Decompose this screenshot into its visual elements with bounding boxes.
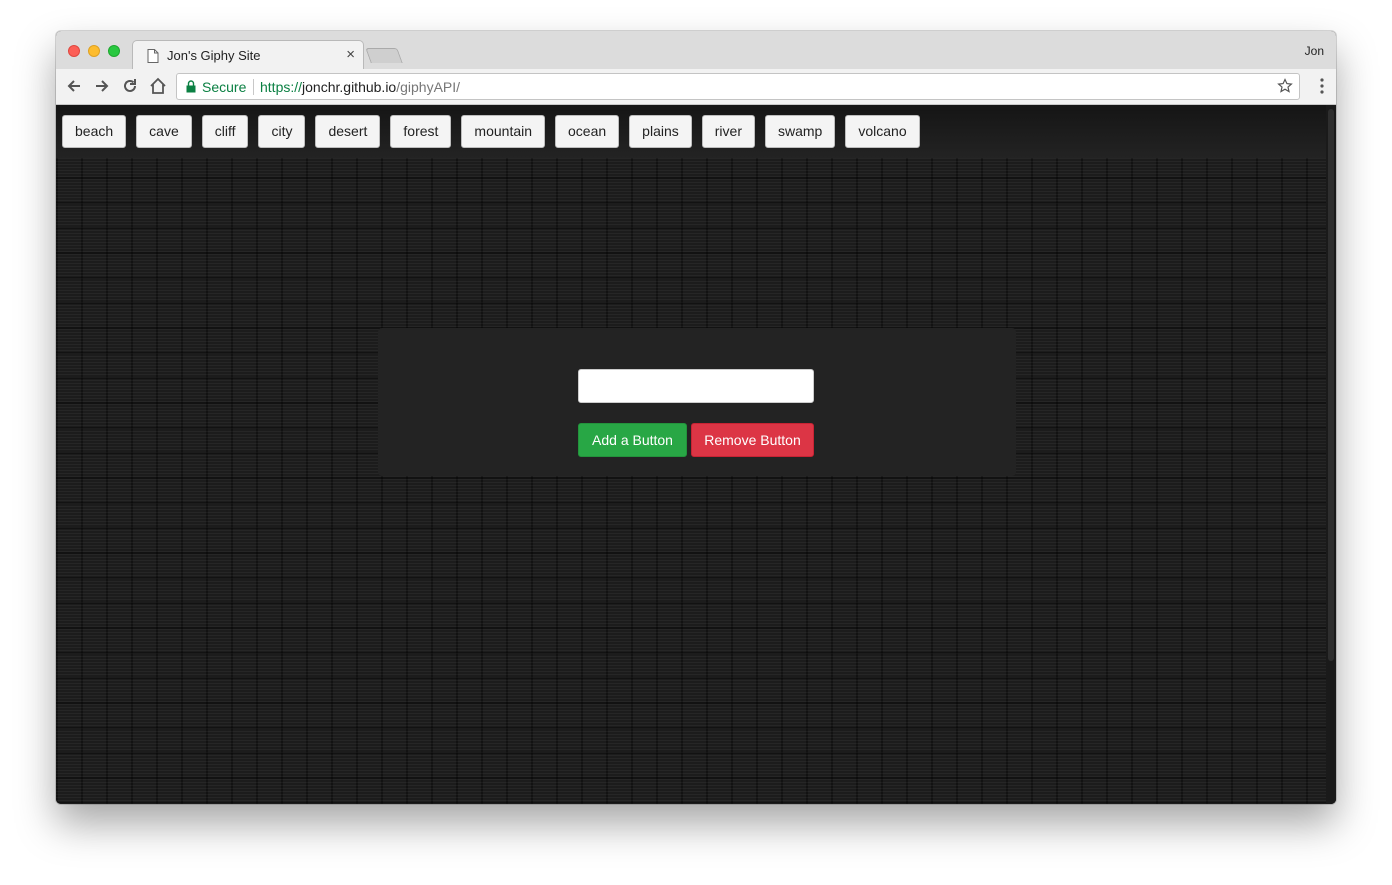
secure-label: Secure (202, 79, 247, 95)
topic-button-river[interactable]: river (701, 115, 755, 148)
lock-icon (186, 80, 196, 93)
tab-title: Jon's Giphy Site (167, 48, 261, 63)
topic-button-desert[interactable]: desert (315, 115, 381, 148)
topic-input[interactable] (578, 369, 814, 403)
new-tab-button[interactable] (365, 48, 403, 63)
document-icon (147, 49, 159, 63)
page-content: beach cave cliff city desert forest mountain oc… (56, 105, 1336, 804)
browser-toolbar: Secure https://jonchr.github.io/giphyAPI… (56, 69, 1336, 105)
reload-icon[interactable] (121, 77, 139, 95)
scrollbar-thumb[interactable] (1328, 109, 1334, 661)
topic-button-row: beach cave cliff city desert forest mountain oc… (62, 115, 930, 148)
profile-name[interactable]: Jon (1305, 44, 1324, 58)
topic-button-cave[interactable]: cave (136, 115, 192, 148)
url-scheme: https:// (260, 79, 303, 95)
address-separator (253, 79, 254, 95)
topic-button-plains[interactable]: plains (629, 115, 692, 148)
add-button[interactable]: Add a Button (578, 423, 687, 457)
tab-close-icon[interactable]: × (346, 46, 355, 63)
menu-dots-icon[interactable] (1320, 78, 1324, 94)
url-text[interactable]: https://jonchr.github.io/giphyAPI/ (260, 79, 460, 95)
topic-button-swamp[interactable]: swamp (765, 115, 836, 148)
topic-button-ocean[interactable]: ocean (555, 115, 620, 148)
browser-tab[interactable]: Jon's Giphy Site × (132, 40, 364, 70)
back-arrow-icon[interactable] (65, 77, 83, 95)
browser-window: Jon's Giphy Site × Jon Secure https://jo… (56, 31, 1336, 804)
topic-button-volcano[interactable]: volcano (845, 115, 920, 148)
address-bar[interactable]: Secure https://jonchr.github.io/giphyAPI… (176, 73, 1300, 100)
add-remove-panel: Add a Button Remove Button (378, 328, 1016, 476)
home-icon[interactable] (149, 77, 167, 95)
minimize-window-button[interactable] (88, 45, 100, 57)
remove-button[interactable]: Remove Button (691, 423, 814, 457)
topic-button-city[interactable]: city (258, 115, 306, 148)
topic-button-forest[interactable]: forest (390, 115, 452, 148)
url-path: /giphyAPI/ (396, 79, 461, 95)
forward-arrow-icon[interactable] (93, 77, 111, 95)
url-host: jonchr.github.io (302, 79, 397, 95)
page-scrollbar[interactable] (1326, 105, 1336, 804)
bookmark-star-icon[interactable] (1277, 78, 1293, 94)
tab-strip: Jon's Giphy Site × Jon (56, 31, 1336, 70)
topic-button-beach[interactable]: beach (62, 115, 127, 148)
topic-button-cliff[interactable]: cliff (201, 115, 249, 148)
maximize-window-button[interactable] (108, 45, 120, 57)
close-window-button[interactable] (68, 45, 80, 57)
topic-button-mountain[interactable]: mountain (461, 115, 546, 148)
topic-button-bar: beach cave cliff city desert forest mountain oc… (56, 105, 1326, 158)
